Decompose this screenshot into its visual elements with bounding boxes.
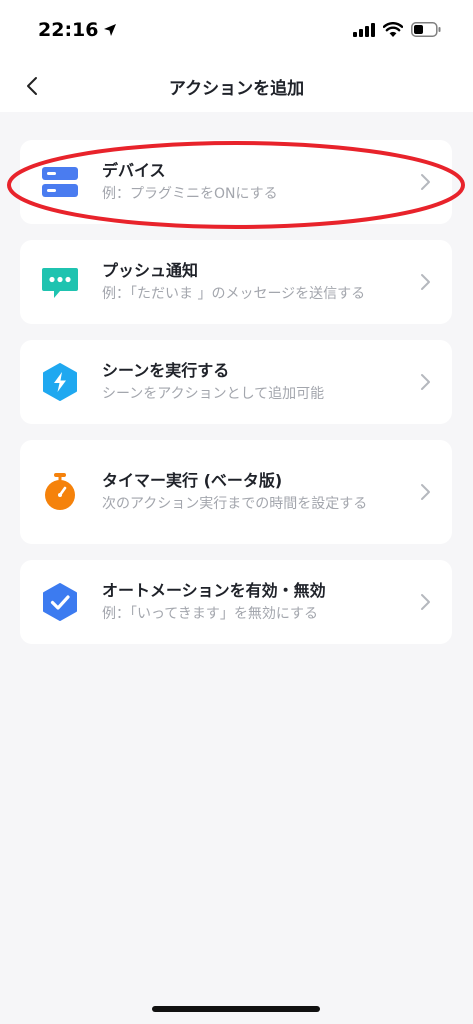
nav-bar: アクションを追加 bbox=[0, 60, 473, 112]
cellular-signal-icon bbox=[353, 22, 375, 37]
stopwatch-icon bbox=[40, 472, 80, 512]
action-title: プッシュ通知 bbox=[102, 261, 199, 280]
wifi-icon bbox=[383, 22, 403, 37]
action-subtitle: シーンをアクションとして追加可能 bbox=[102, 386, 325, 402]
action-timer-text: タイマー実行 (ベータ版) 次のアクション実行までの時間を設定する bbox=[102, 470, 400, 514]
action-subtitle: 次のアクション実行までの時間を設定する bbox=[102, 496, 368, 512]
page-title: アクションを追加 bbox=[168, 79, 305, 99]
location-arrow-icon bbox=[104, 24, 117, 36]
home-indicator bbox=[152, 1006, 320, 1012]
chevron-right-icon bbox=[421, 484, 430, 500]
device-list-icon bbox=[40, 162, 80, 202]
action-list: デバイス 例：プラグミニをONにする プッシュ通知 例：「ただいま 」のメッセー… bbox=[20, 140, 452, 660]
action-device-text: デバイス 例：プラグミニをONにする bbox=[102, 160, 400, 204]
chevron-right-icon bbox=[421, 594, 430, 610]
action-device[interactable]: デバイス 例：プラグミニをONにする bbox=[20, 140, 452, 224]
battery-icon bbox=[411, 22, 441, 37]
action-push-notification[interactable]: プッシュ通知 例：「ただいま 」のメッセージを送信する bbox=[20, 240, 452, 324]
action-automation-text: オートメーションを有効・無効 例：「いってきます」を無効にする bbox=[102, 580, 400, 624]
chevron-right-icon bbox=[421, 274, 430, 290]
action-push-text: プッシュ通知 例：「ただいま 」のメッセージを送信する bbox=[102, 260, 400, 304]
action-scene-text: シーンを実行する シーンをアクションとして追加可能 bbox=[102, 360, 400, 404]
check-hexagon-icon bbox=[40, 582, 80, 622]
action-title: タイマー実行 (ベータ版) bbox=[102, 471, 283, 490]
action-title: オートメーションを有効・無効 bbox=[102, 581, 326, 600]
action-title: デバイス bbox=[102, 161, 166, 180]
action-run-scene[interactable]: シーンを実行する シーンをアクションとして追加可能 bbox=[20, 340, 452, 424]
action-subtitle: 例：「ただいま 」のメッセージを送信する bbox=[102, 286, 366, 302]
status-indicators bbox=[353, 22, 441, 37]
chevron-right-icon bbox=[421, 174, 430, 190]
action-subtitle: 例：「いってきます」を無効にする bbox=[102, 606, 319, 622]
action-title: シーンを実行する bbox=[102, 361, 230, 380]
status-time: 22:16 bbox=[38, 19, 117, 41]
lightning-hexagon-icon bbox=[40, 362, 80, 402]
action-toggle-automation[interactable]: オートメーションを有効・無効 例：「いってきます」を無効にする bbox=[20, 560, 452, 644]
status-bar: 22:16 bbox=[0, 0, 473, 60]
action-timer[interactable]: タイマー実行 (ベータ版) 次のアクション実行までの時間を設定する bbox=[20, 440, 452, 544]
chevron-right-icon bbox=[421, 374, 430, 390]
chat-bubble-icon bbox=[40, 262, 80, 302]
status-time-label: 22:16 bbox=[38, 19, 99, 41]
action-subtitle: 例：プラグミニをONにする bbox=[102, 186, 278, 202]
